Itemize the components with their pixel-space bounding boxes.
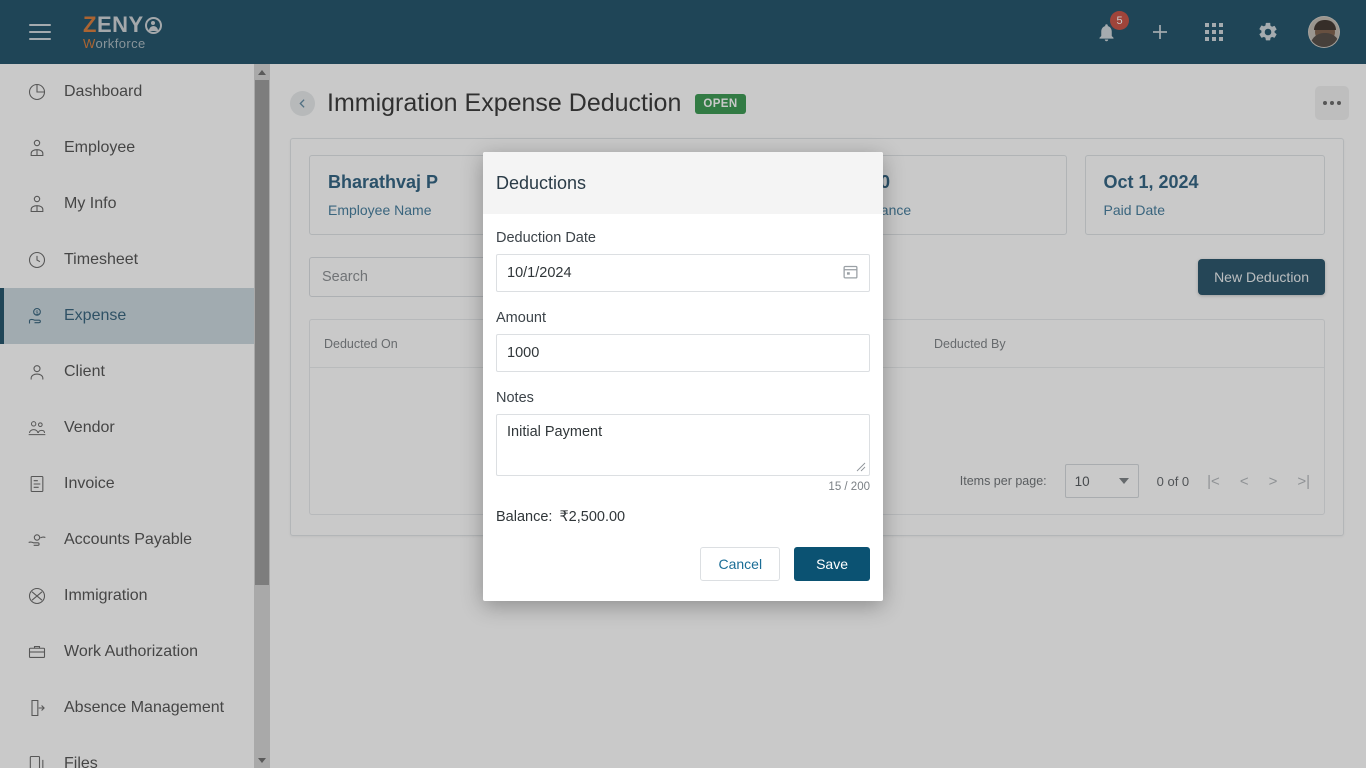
notes-textarea[interactable]: Initial Payment bbox=[496, 414, 870, 476]
amount-label: Amount bbox=[496, 310, 546, 326]
deduction-date-field: Deduction Date 10/1/2024 bbox=[496, 230, 870, 292]
deduction-date-value: 10/1/2024 bbox=[507, 265, 572, 281]
balance-row: Balance: ₹2,500.00 bbox=[496, 509, 870, 525]
deductions-dialog: Deductions Deduction Date 10/1/2024 Amou… bbox=[483, 152, 883, 601]
notes-field: Notes Initial Payment 15 / 200 bbox=[496, 390, 870, 493]
save-button[interactable]: Save bbox=[794, 547, 870, 581]
application-root: Z ENY Workforce 5 Dashboard Employee My … bbox=[0, 0, 1366, 768]
dialog-title: Deductions bbox=[483, 152, 883, 214]
amount-value: 1000 bbox=[507, 345, 540, 361]
calendar-icon[interactable] bbox=[842, 263, 859, 284]
balance-label: Balance: bbox=[496, 509, 553, 525]
notes-value: Initial Payment bbox=[507, 424, 603, 440]
amount-field: Amount 1000 bbox=[496, 310, 870, 372]
deduction-date-label: Deduction Date bbox=[496, 230, 596, 246]
dialog-body: Deduction Date 10/1/2024 Amount 1000 Not… bbox=[483, 214, 883, 525]
notes-character-counter: 15 / 200 bbox=[828, 481, 870, 493]
amount-input[interactable]: 1000 bbox=[496, 334, 870, 372]
deduction-date-input[interactable]: 10/1/2024 bbox=[496, 254, 870, 292]
notes-label: Notes bbox=[496, 390, 534, 406]
balance-value: ₹2,500.00 bbox=[559, 509, 626, 525]
resize-handle-icon[interactable] bbox=[856, 462, 866, 472]
dialog-actions: Cancel Save bbox=[483, 525, 883, 601]
cancel-button[interactable]: Cancel bbox=[700, 547, 781, 581]
